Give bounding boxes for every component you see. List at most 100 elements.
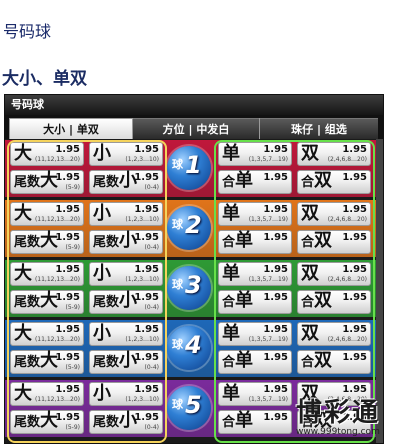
bet-dan-button[interactable]: 单 1.95 (1,3,5,7…19) <box>218 382 292 406</box>
bet-odds: 1.95 <box>263 384 288 395</box>
bet-shuang-button[interactable]: 双 1.95 (2,4,6,8…20) <box>297 262 371 286</box>
bet-range: (11,12,13…20) <box>34 156 80 163</box>
bet-odds: 1.95 <box>55 232 80 243</box>
bet-range: (1,3,5,7…19) <box>248 216 288 223</box>
bet-odds: 1.95 <box>55 204 80 215</box>
bet-odds: 1.95 <box>134 292 159 303</box>
bet-label: 双 <box>314 350 333 371</box>
bet-xiao-button[interactable]: 小 1.95 (1,2,3…10) <box>89 382 163 406</box>
ball-number: 3 <box>185 271 202 299</box>
tab-position[interactable]: 方位 | 中发白 <box>133 118 259 139</box>
bet-he-dan-button[interactable]: 合单 1.95 <box>218 230 292 254</box>
bet-wei-da-button[interactable]: 尾数大 1.95 (5-9) <box>10 170 84 194</box>
bet-range: (11,12,13…20) <box>34 336 80 343</box>
ball-4-icon: 球4 <box>167 326 211 370</box>
bet-shuang-button[interactable]: 双 1.95 (2,4,6,8…20) <box>297 322 371 346</box>
bet-odds: 1.95 <box>342 232 367 243</box>
bet-odds: 1.95 <box>263 172 288 183</box>
bet-wei-da-button[interactable]: 尾数大 1.95 (5-9) <box>10 410 84 434</box>
bet-odds: 1.95 <box>134 144 159 155</box>
bet-odds: 1.95 <box>55 172 80 183</box>
bet-range: (1,2,3…10) <box>125 336 159 343</box>
bet-odds: 1.95 <box>55 264 80 275</box>
bet-label: 单 <box>235 410 254 431</box>
tab-group[interactable]: 珠仔 | 组选 <box>260 118 378 139</box>
bet-xiao-button[interactable]: 小 1.95 (1,2,3…10) <box>89 322 163 346</box>
bet-he-dan-button[interactable]: 合单 1.95 <box>218 170 292 194</box>
bet-da-button[interactable]: 大 1.95 (11,12,13…20) <box>10 382 84 406</box>
bet-odds: 1.95 <box>263 352 288 363</box>
ball-number: 4 <box>185 331 202 359</box>
bet-label-group: 尾数大 <box>14 232 58 251</box>
bet-label-group: 大 <box>14 383 32 404</box>
bet-label: 单 <box>235 170 254 191</box>
bet-odds: 1.95 <box>263 264 288 275</box>
tab-bar: 大小 | 单双 方位 | 中发白 珠仔 | 组选 <box>5 115 383 144</box>
bet-prefix: 尾数 <box>93 235 120 250</box>
ball-qiu-label: 球 <box>172 338 183 351</box>
bet-odds: 1.95 <box>134 232 159 243</box>
bet-he-dan-button[interactable]: 合单 1.95 <box>218 290 292 314</box>
bet-odds: 1.95 <box>55 352 80 363</box>
bet-wei-xiao-button[interactable]: 尾数小 1.95 (0-4) <box>89 170 163 194</box>
bet-dan-button[interactable]: 单 1.95 (1,3,5,7…19) <box>218 142 292 166</box>
ball-3-icon: 球3 <box>167 266 211 310</box>
bet-da-button[interactable]: 大 1.95 (11,12,13…20) <box>10 262 84 286</box>
bet-label-group: 尾数大 <box>14 172 58 191</box>
ball-qiu-label: 球 <box>172 158 183 171</box>
bet-range: (2,4,6,8…20) <box>327 156 367 163</box>
bet-shuang-button[interactable]: 双 1.95 (2,4,6,8…20) <box>297 142 371 166</box>
bet-odds: 1.95 <box>134 264 159 275</box>
bet-range: (1,3,5,7…19) <box>248 276 288 283</box>
bet-he-dan-button[interactable]: 合单 1.95 <box>218 410 292 434</box>
bet-label-group: 单 <box>222 263 240 284</box>
bet-wei-xiao-button[interactable]: 尾数小 1.95 (0-4) <box>89 410 163 434</box>
bet-odds: 1.95 <box>342 144 367 155</box>
bet-prefix: 合 <box>222 235 236 250</box>
bet-he-shuang-button[interactable]: 合双 1.95 <box>297 230 371 254</box>
bet-odds: 1.95 <box>55 324 80 335</box>
bet-range: (0-4) <box>144 244 159 251</box>
bet-xiao-button[interactable]: 小 1.95 (1,2,3…10) <box>89 202 163 226</box>
bet-odds: 1.95 <box>342 324 367 335</box>
watermark-text: 博彩通 <box>296 398 381 428</box>
bet-dan-button[interactable]: 单 1.95 (1,3,5,7…19) <box>218 262 292 286</box>
bet-range: (1,2,3…10) <box>125 156 159 163</box>
bet-label-group: 尾数大 <box>14 412 58 431</box>
bet-he-dan-button[interactable]: 合单 1.95 <box>218 350 292 374</box>
bet-he-shuang-button[interactable]: 合双 1.95 <box>297 290 371 314</box>
bet-wei-xiao-button[interactable]: 尾数小 1.95 (0-4) <box>89 290 163 314</box>
bet-shuang-button[interactable]: 双 1.95 (2,4,6,8…20) <box>297 202 371 226</box>
bet-label: 单 <box>235 350 254 371</box>
tab-size-oddeven[interactable]: 大小 | 单双 <box>9 118 133 139</box>
bet-range: (5-9) <box>65 244 80 251</box>
bet-dan-button[interactable]: 单 1.95 (1,3,5,7…19) <box>218 322 292 346</box>
bet-wei-da-button[interactable]: 尾数大 1.95 (5-9) <box>10 290 84 314</box>
bet-wei-da-button[interactable]: 尾数大 1.95 (5-9) <box>10 350 84 374</box>
bet-da-button[interactable]: 大 1.95 (11,12,13…20) <box>10 322 84 346</box>
bet-range: (2,4,6,8…20) <box>327 336 367 343</box>
bet-label-group: 单 <box>222 383 240 404</box>
bet-he-shuang-button[interactable]: 合双 1.95 <box>297 170 371 194</box>
bet-odds: 1.95 <box>342 292 367 303</box>
bet-xiao-button[interactable]: 小 1.95 (1,2,3…10) <box>89 142 163 166</box>
bet-label-group: 尾数小 <box>93 412 137 431</box>
bet-wei-da-button[interactable]: 尾数大 1.95 (5-9) <box>10 230 84 254</box>
bet-da-button[interactable]: 大 1.95 (11,12,13…20) <box>10 202 84 226</box>
bet-odds: 1.95 <box>342 172 367 183</box>
bet-xiao-button[interactable]: 小 1.95 (1,2,3…10) <box>89 262 163 286</box>
bet-da-button[interactable]: 大 1.95 (11,12,13…20) <box>10 142 84 166</box>
bet-label: 单 <box>235 290 254 311</box>
bet-range: (2,4,6,8…20) <box>327 276 367 283</box>
ball-row-1: 大 1.95 (11,12,13…20) 小 1.95 (1,2,3…10) 单 1.95 (1… <box>5 139 383 198</box>
bet-wei-xiao-button[interactable]: 尾数小 1.95 (0-4) <box>89 230 163 254</box>
bet-he-shuang-button[interactable]: 合双 1.95 <box>297 350 371 374</box>
bet-label-group: 大 <box>14 323 32 344</box>
bet-prefix: 合 <box>222 355 236 370</box>
bet-wei-xiao-button[interactable]: 尾数小 1.95 (0-4) <box>89 350 163 374</box>
bet-odds: 1.95 <box>55 384 80 395</box>
bet-odds: 1.95 <box>55 144 80 155</box>
bet-odds: 1.95 <box>134 172 159 183</box>
bet-dan-button[interactable]: 单 1.95 (1,3,5,7…19) <box>218 202 292 226</box>
bet-range: (1,2,3…10) <box>125 396 159 403</box>
